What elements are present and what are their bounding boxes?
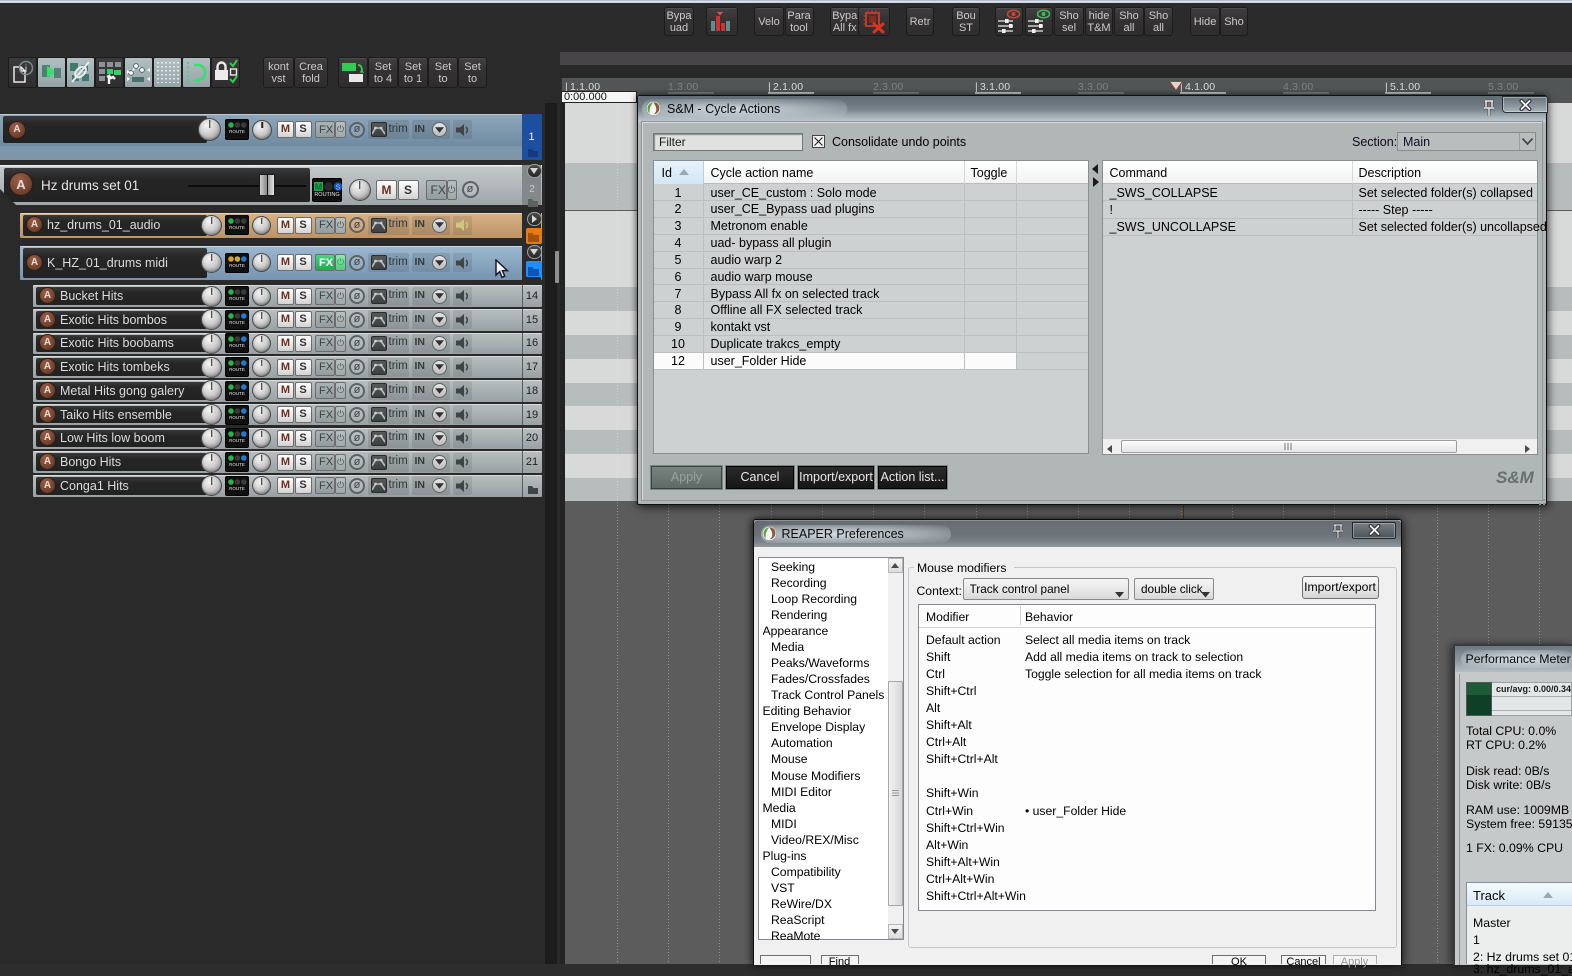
svg-text:i: i (25, 64, 27, 75)
svg-text:S: S (336, 185, 341, 192)
svg-text:M: M (315, 182, 323, 192)
